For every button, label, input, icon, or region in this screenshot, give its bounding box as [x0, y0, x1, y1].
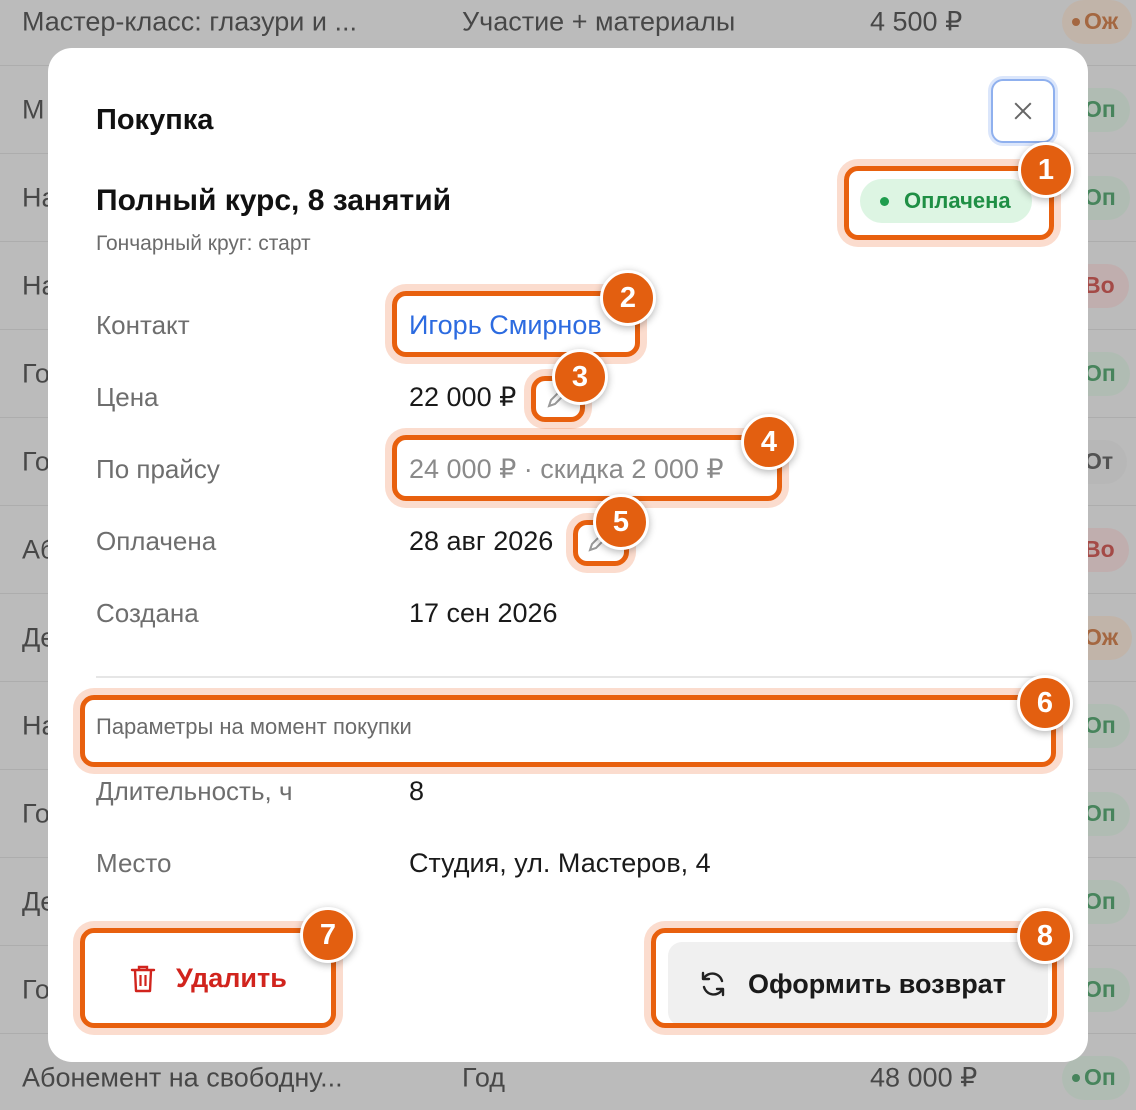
contact-link[interactable]: Игорь Смирнов [409, 310, 602, 341]
created-label: Создана [96, 598, 199, 628]
created-date-value: 17 сен 2026 [409, 598, 558, 628]
marker-badge: 2 [600, 270, 656, 326]
price-value: 22 000 ₽ [409, 382, 517, 412]
divider [96, 676, 1040, 678]
delete-button[interactable]: Удалить [86, 932, 332, 1024]
status-badge: Оплачена [860, 179, 1032, 223]
delete-label: Удалить [176, 962, 287, 993]
marker-badge: 5 [593, 494, 649, 550]
list-price-label: По прайсу [96, 454, 220, 484]
list-price-value: 24 000 ₽ · скидка 2 000 ₽ [409, 454, 724, 484]
place-value: Студия, ул. Мастеров, 4 [409, 848, 711, 878]
marker-badge: 7 [300, 907, 356, 963]
product-name: Полный курс, 8 занятий [96, 184, 452, 217]
duration-label: Длительность, ч [96, 776, 293, 806]
refund-button[interactable]: Оформить возврат [668, 942, 1048, 1026]
section-caption: Параметры на момент покупки [96, 714, 412, 739]
close-button[interactable] [991, 79, 1055, 143]
duration-value: 8 [409, 776, 425, 806]
dialog-title: Покупка [96, 104, 214, 136]
refund-label: Оформить возврат [748, 968, 1006, 999]
contact-label: Контакт [96, 310, 190, 340]
paid-date-value: 28 авг 2026 [409, 526, 554, 556]
refresh-icon [701, 971, 725, 997]
marker-badge: 8 [1017, 908, 1073, 964]
paid-label: Оплачена [96, 526, 217, 556]
trash-icon [130, 965, 156, 993]
purchase-dialog: Покупка Полный курс, 8 занятий Гончарный… [48, 48, 1088, 1062]
marker-badge: 6 [1017, 675, 1073, 731]
place-label: Место [96, 848, 172, 878]
marker-badge: 1 [1018, 142, 1074, 198]
price-label: Цена [96, 382, 159, 412]
product-subtitle: Гончарный круг: старт [96, 232, 311, 255]
marker-badge: 4 [741, 414, 797, 470]
marker-badge: 3 [552, 349, 608, 405]
